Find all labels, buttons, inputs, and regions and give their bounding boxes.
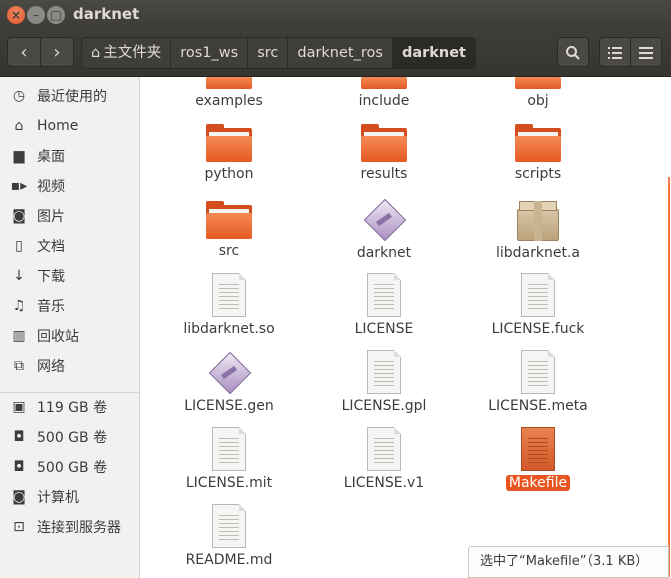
text-file-icon xyxy=(367,273,401,317)
file-item-scripts[interactable]: scripts xyxy=(463,124,613,182)
breadcrumb-ros1-ws[interactable]: ros1_ws xyxy=(171,38,249,68)
text-file-icon xyxy=(212,427,246,471)
file-item-examples[interactable]: examples xyxy=(154,77,304,109)
text-file-icon xyxy=(212,504,246,548)
header-bar: ‹ › ⌂ 主文件夹 ros1_ws src darknet_ros darkne… xyxy=(0,30,671,77)
folder-icon: ▆ xyxy=(13,148,25,164)
file-item-license-gen[interactable]: LICENSE.gen xyxy=(154,350,304,414)
executable-icon xyxy=(362,197,407,242)
document-icon: ▯ xyxy=(15,238,23,254)
close-icon[interactable]: × xyxy=(7,6,25,24)
file-item-license[interactable]: LICENSE xyxy=(309,273,459,337)
text-file-icon xyxy=(367,427,401,471)
chevron-left-icon: ‹ xyxy=(20,42,28,63)
home-icon: ⌂ xyxy=(14,118,24,134)
list-view-button[interactable] xyxy=(599,37,631,67)
file-item-readme[interactable]: README.md xyxy=(154,504,304,568)
drive-icon: ◘ xyxy=(13,429,25,445)
file-item-makefile[interactable]: Makefile xyxy=(463,427,613,491)
sidebar-item-recent[interactable]: ◷ 最近使用的 xyxy=(0,82,139,110)
text-file-icon xyxy=(212,273,246,317)
file-item-darknet[interactable]: darknet xyxy=(309,197,459,261)
selection-status: 选中了“Makefile”（3.1 KB） xyxy=(468,546,669,578)
file-item-obj[interactable]: obj xyxy=(463,77,613,109)
hamburger-icon xyxy=(639,47,653,59)
sidebar-item-connect-server[interactable]: ⊡ 连接到服务器 xyxy=(0,513,139,541)
back-button[interactable]: ‹ xyxy=(7,37,41,67)
search-button[interactable] xyxy=(557,37,589,67)
file-item-src[interactable]: src xyxy=(154,201,304,259)
file-item-libdarknet-so[interactable]: libdarknet.so xyxy=(154,273,304,337)
title-bar: × – □ darknet xyxy=(0,0,671,30)
trash-icon: ▥ xyxy=(12,328,26,344)
sidebar-item-volume-500-a[interactable]: ◘ 500 GB 卷 xyxy=(0,423,139,451)
text-file-icon xyxy=(521,273,555,317)
sidebar-item-volume-119[interactable]: ▣ 119 GB 卷 xyxy=(0,393,139,421)
breadcrumb-src[interactable]: src xyxy=(248,38,289,68)
computer-icon: ◙ xyxy=(12,489,26,505)
sidebar-item-network[interactable]: ⧉ 网络 xyxy=(0,352,139,380)
folder-icon xyxy=(206,124,252,162)
folder-icon xyxy=(515,77,561,89)
chevron-right-icon: › xyxy=(53,42,61,63)
breadcrumb-darknet-ros[interactable]: darknet_ros xyxy=(288,38,393,68)
camera-icon: ◙ xyxy=(12,208,26,224)
list-icon xyxy=(608,47,622,59)
file-item-libdarknet-a[interactable]: libdarknet.a xyxy=(463,199,613,261)
breadcrumb-home[interactable]: ⌂ 主文件夹 xyxy=(82,38,172,68)
folder-icon xyxy=(361,77,407,89)
sidebar-item-videos[interactable]: ▪▸ 视频 xyxy=(0,172,139,200)
home-icon: ⌂ xyxy=(91,45,101,61)
sidebar-item-pictures[interactable]: ◙ 图片 xyxy=(0,202,139,230)
sidebar-item-desktop[interactable]: ▆ 桌面 xyxy=(0,142,139,170)
clock-icon: ◷ xyxy=(12,88,26,104)
sidebar-item-downloads[interactable]: ↓ 下载 xyxy=(0,262,139,290)
folder-icon xyxy=(361,124,407,162)
breadcrumb-darknet[interactable]: darknet xyxy=(392,38,475,68)
executable-icon xyxy=(207,350,252,395)
sidebar: ◷ 最近使用的 ⌂ Home ▆ 桌面 ▪▸ 视频 ◙ 图片 ▯ 文档 ↓ 下载 ♫ 音乐 ▥ 回… xyxy=(0,77,140,578)
file-item-license-gpl[interactable]: LICENSE.gpl xyxy=(309,350,459,414)
folder-icon xyxy=(515,124,561,162)
download-icon: ↓ xyxy=(13,268,25,284)
drive-icon: ▣ xyxy=(12,399,26,415)
minimize-icon[interactable]: – xyxy=(27,6,45,24)
sidebar-item-trash[interactable]: ▥ 回收站 xyxy=(0,322,139,350)
sidebar-item-volume-500-b[interactable]: ◘ 500 GB 卷 xyxy=(0,453,139,481)
search-icon xyxy=(566,46,580,60)
file-item-python[interactable]: python xyxy=(154,124,304,182)
window-title: darknet xyxy=(73,5,140,23)
makefile-icon xyxy=(521,427,555,471)
file-view: examples include obj python results scri… xyxy=(146,77,671,578)
text-file-icon xyxy=(521,350,555,394)
server-icon: ⊡ xyxy=(13,519,25,535)
maximize-icon[interactable]: □ xyxy=(47,6,65,24)
video-icon: ▪▸ xyxy=(10,178,28,194)
selected-file-label: Makefile xyxy=(505,475,571,491)
sidebar-item-home[interactable]: ⌂ Home xyxy=(0,112,139,140)
folder-icon xyxy=(206,201,252,239)
file-item-license-fuck[interactable]: LICENSE.fuck xyxy=(463,273,613,337)
sidebar-item-computer[interactable]: ◙ 计算机 xyxy=(0,483,139,511)
text-file-icon xyxy=(367,350,401,394)
file-item-include[interactable]: include xyxy=(309,77,459,109)
file-item-results[interactable]: results xyxy=(309,124,459,182)
music-icon: ♫ xyxy=(12,298,26,314)
sidebar-item-music[interactable]: ♫ 音乐 xyxy=(0,292,139,320)
forward-button[interactable]: › xyxy=(40,37,74,67)
drive-icon: ◘ xyxy=(13,459,25,475)
network-icon: ⧉ xyxy=(14,358,24,374)
file-item-license-mit[interactable]: LICENSE.mit xyxy=(154,427,304,491)
folder-icon xyxy=(206,77,252,89)
archive-icon xyxy=(517,201,559,241)
sidebar-item-documents[interactable]: ▯ 文档 xyxy=(0,232,139,260)
file-item-license-v1[interactable]: LICENSE.v1 xyxy=(309,427,459,491)
scrollbar[interactable] xyxy=(668,177,670,577)
file-item-license-meta[interactable]: LICENSE.meta xyxy=(463,350,613,414)
menu-button[interactable] xyxy=(630,37,662,67)
breadcrumb: ⌂ 主文件夹 ros1_ws src darknet_ros darknet xyxy=(81,37,476,69)
